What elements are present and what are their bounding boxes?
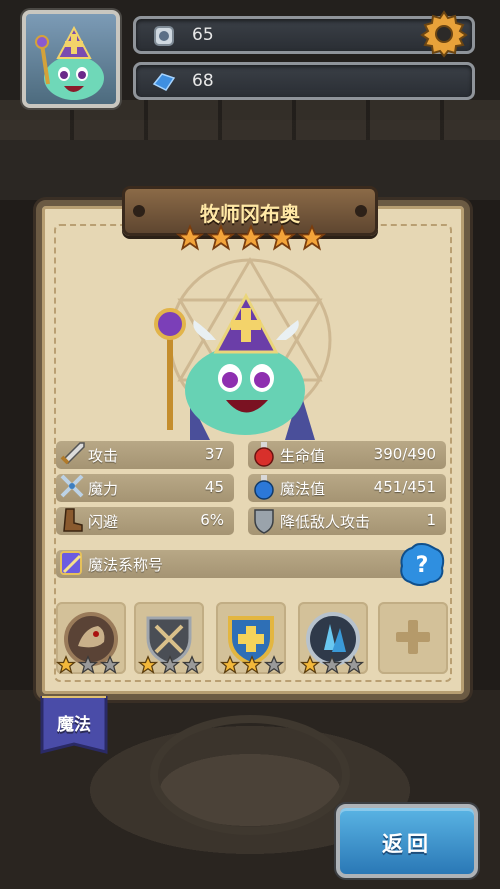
red-potion-icon [254,442,274,467]
star-empty-icon [344,655,364,674]
plus-icon [396,620,430,654]
slime-avatar-icon [35,25,104,100]
star-empty-icon [78,655,98,674]
attack-stat-row: 攻击 37 [56,441,234,469]
magic-title-icon [60,551,82,575]
dodge-value: 6% [200,511,224,529]
magic-title-row[interactable]: 魔法系称号 [56,550,412,578]
back-button-label: 返回 [382,832,432,856]
blue-potion-icon [254,475,274,500]
help-icon[interactable]: ? [398,542,446,586]
back-button[interactable]: 返回 [336,804,478,878]
skill-3-stars [220,655,284,675]
star-icon [56,655,76,674]
reduce-attack-value: 1 [426,511,436,529]
gem-icon [154,26,174,46]
star-icon [138,655,158,674]
sword-icon [60,442,85,465]
star-icon [300,655,320,674]
floor-emblem-ring [150,715,350,835]
skill-1-stars [56,655,120,675]
attack-label: 攻击 [88,447,119,465]
hero-portrait[interactable] [22,10,120,108]
star-empty-icon [182,655,202,674]
attack-value: 37 [204,445,224,463]
star-icon [220,655,240,674]
crystal-icon [152,73,176,91]
svg-text:?: ? [416,553,429,578]
gear-icon[interactable] [418,8,470,60]
hp-label: 生命值 [280,447,326,465]
reduce-attack-label: 降低敌人攻击 [280,513,371,531]
magic-title-label: 魔法系称号 [88,556,164,574]
dodge-stat-row: 闪避 6% [56,507,234,535]
crystal-value: 68 [192,71,214,91]
skill-4-stars [300,655,364,675]
priest-slime-character [154,292,315,440]
dodge-label: 闪避 [88,513,119,531]
hp-stat-row: 生命值 390/490 [248,441,446,469]
hero-name: 牧师冈布奥 [200,202,300,226]
hp-value: 390/490 [373,445,436,463]
boot-icon [63,508,83,532]
magic-tab-label: 魔法 [57,715,91,735]
crystal-counter-bar: 68 [133,62,475,100]
mp-label: 魔法值 [280,480,326,498]
mp-value: 451/451 [373,478,436,496]
star-empty-icon [160,655,180,674]
star-empty-icon [322,655,342,674]
mp-stat-row: 魔法值 451/451 [248,474,446,502]
magic-power-stat-row: 魔力 45 [56,474,234,502]
shield-icon [254,509,274,534]
reduce-attack-stat-row: 降低敌人攻击 1 [248,507,446,535]
magic-power-value: 45 [204,478,224,496]
crossed-swords-icon [60,474,84,498]
skill-2-stars [138,655,202,675]
gem-value: 65 [192,25,214,45]
add-skill-slot[interactable] [378,602,448,674]
star-icon [242,655,262,674]
magic-power-label: 魔力 [88,480,119,498]
star-empty-icon [264,655,284,674]
star-empty-icon [100,655,120,674]
